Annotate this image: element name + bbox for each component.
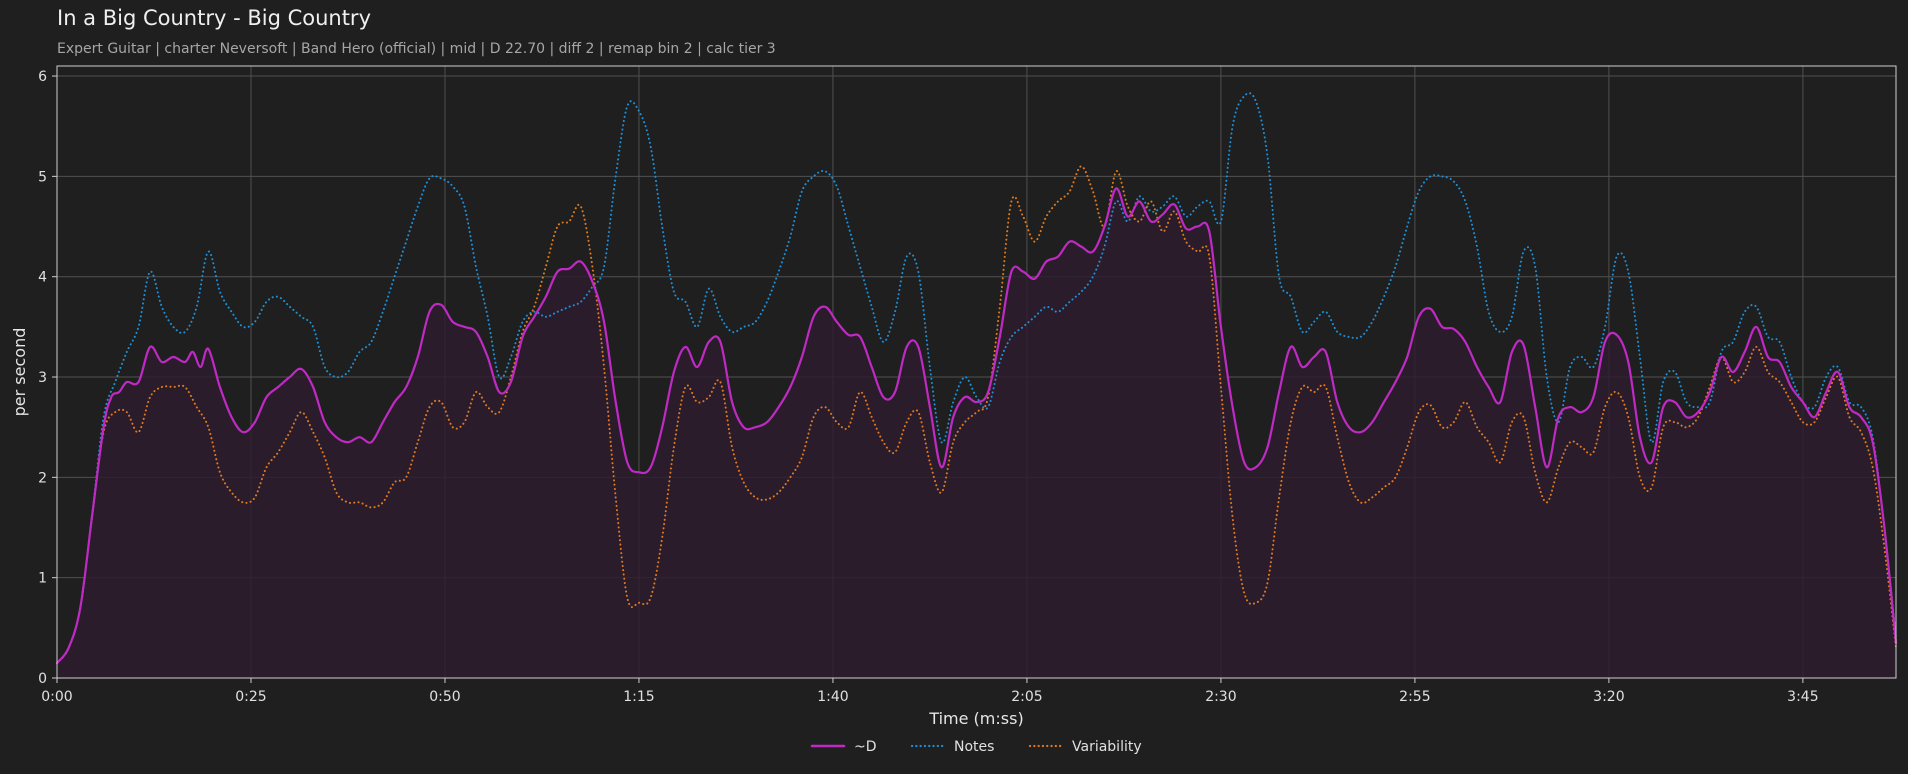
legend-label: Variability (1072, 739, 1142, 755)
y-tick-label: 2 (38, 470, 47, 486)
legend-item-notes[interactable]: Notes (910, 739, 994, 755)
y-tick-label: 5 (38, 169, 47, 185)
legend-item-d[interactable]: ~D (810, 739, 877, 755)
y-tick-label: 1 (38, 571, 47, 587)
y-tick-label: 6 (38, 69, 47, 85)
x-tick-label: 3:20 (1593, 689, 1624, 705)
x-tick-label: 0:00 (41, 689, 72, 705)
legend-label: Notes (954, 739, 994, 755)
chart-canvas: 0:00 0:25 0:50 1:15 1:40 2:05 2:30 2:55 3:20 3:45… (10, 65, 1898, 755)
x-tick-label: 1:15 (623, 689, 654, 705)
x-tick-label: 3:45 (1787, 689, 1818, 705)
x-tick-label: 1:40 (817, 689, 848, 705)
x-axis-label: Time (m:ss) (928, 709, 1023, 728)
x-tick-label: 0:25 (235, 689, 266, 705)
x-tick-label: 2:55 (1399, 689, 1430, 705)
legend-label: ~D (854, 739, 877, 755)
x-tick-label: 2:30 (1205, 689, 1236, 705)
legend[interactable]: ~D Notes Variability (810, 739, 1142, 755)
y-tick-label: 0 (38, 671, 47, 687)
y-tick-label: 3 (38, 370, 47, 386)
x-tick-label: 2:05 (1011, 689, 1042, 705)
legend-item-variability[interactable]: Variability (1028, 739, 1142, 755)
x-tick-label: 0:50 (429, 689, 460, 705)
y-tick-label: 4 (38, 270, 47, 286)
y-axis-label: per second (10, 328, 29, 417)
